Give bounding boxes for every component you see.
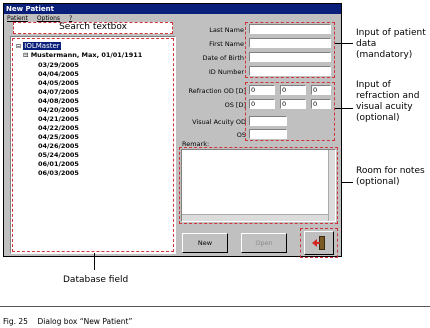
last-name-label: Last Name bbox=[209, 26, 244, 34]
annotation-refraction: Input of refraction and visual acuity (o… bbox=[356, 80, 420, 123]
refraction-od-label: Refraction OD [D] bbox=[188, 87, 246, 95]
refraction-highlight bbox=[245, 82, 335, 141]
pointer-line bbox=[94, 253, 95, 270]
id-number-label: ID Number bbox=[208, 68, 244, 76]
caption-rule bbox=[0, 306, 430, 307]
pointer-line bbox=[335, 43, 353, 44]
figure-title: Dialog box “New Patient” bbox=[37, 317, 133, 326]
os-d-label: OS [D] bbox=[224, 101, 246, 109]
visual-acuity-od-label: Visual Acuity OD bbox=[192, 118, 246, 126]
patient-data-highlight bbox=[245, 22, 335, 78]
figure-caption: Fig. 25 Dialog box “New Patient” bbox=[3, 317, 132, 326]
open-button[interactable]: Open bbox=[241, 233, 287, 253]
figure-number: Fig. 25 bbox=[3, 317, 28, 326]
first-name-label: First Name bbox=[209, 40, 244, 48]
annotation-database: Database field bbox=[63, 275, 129, 285]
visual-acuity-os-label: OS bbox=[236, 131, 246, 139]
exit-highlight bbox=[300, 228, 338, 258]
pointer-line bbox=[341, 182, 353, 183]
new-button[interactable]: New bbox=[182, 233, 228, 253]
pointer-line bbox=[335, 108, 353, 109]
menu-options[interactable]: Options bbox=[37, 15, 60, 22]
database-field-highlight bbox=[12, 38, 174, 252]
remark-highlight bbox=[179, 147, 338, 224]
dob-label: Date of Birth bbox=[202, 54, 244, 62]
menu-help[interactable]: ? bbox=[69, 15, 72, 22]
menu-patient[interactable]: Patient bbox=[7, 15, 28, 22]
annotation-notes: Room for notes (optional) bbox=[356, 166, 425, 187]
new-patient-window: New Patient Patient Options? Search textb… bbox=[3, 3, 342, 258]
search-label: Search textbox bbox=[59, 22, 127, 32]
annotation-patient-data: Input of patient data (mandatory) bbox=[356, 28, 426, 60]
window-title: New Patient bbox=[4, 4, 341, 14]
